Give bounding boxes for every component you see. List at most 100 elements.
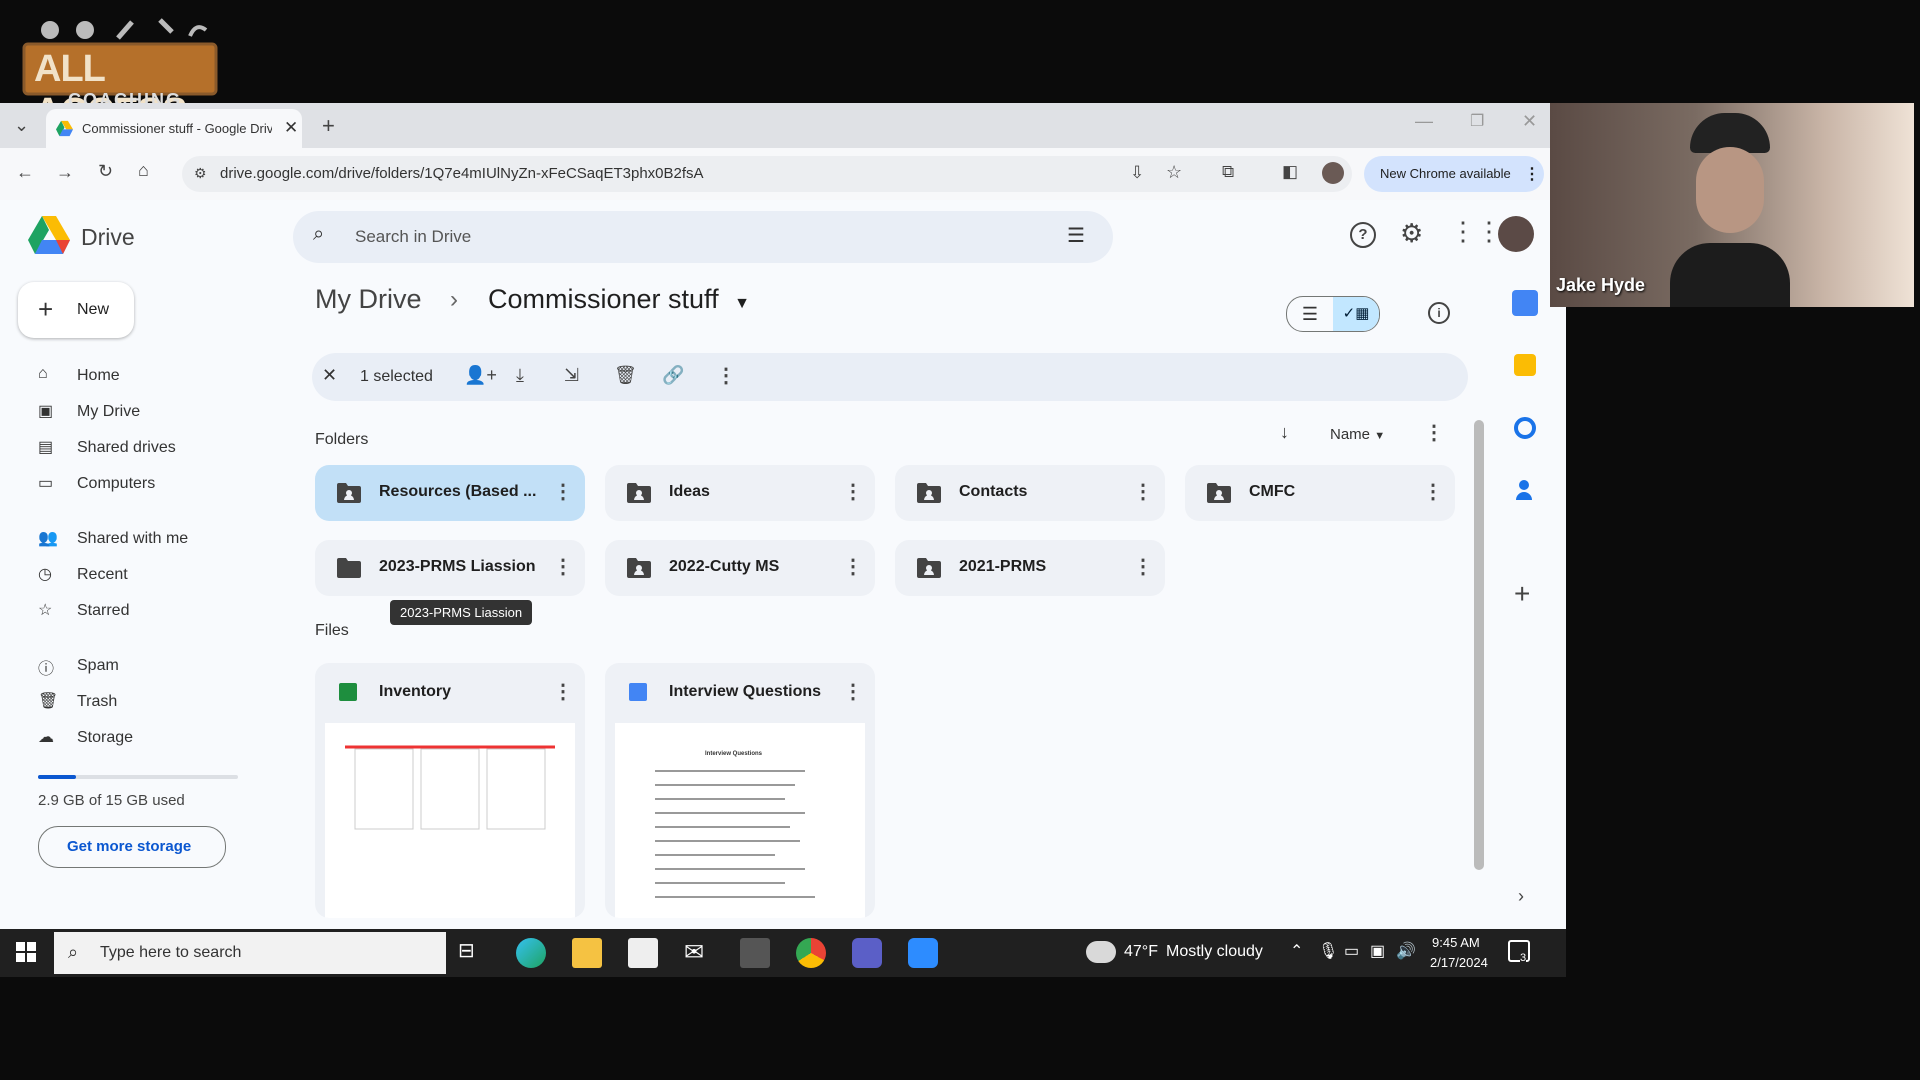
new-button[interactable]: + New	[18, 282, 134, 338]
app-m-icon[interactable]	[740, 938, 770, 968]
close-window-icon[interactable]: ✕	[1522, 111, 1537, 132]
restore-icon[interactable]: ❐	[1470, 111, 1484, 131]
teams-icon[interactable]	[852, 938, 882, 968]
account-avatar[interactable]	[1498, 216, 1534, 252]
home-button-icon[interactable]: ⌂	[138, 160, 149, 181]
expand-panel-icon[interactable]: ›	[1518, 886, 1524, 907]
folder-menu-icon[interactable]: ⋮	[553, 479, 573, 504]
sidebar-item-trash[interactable]: 🗑 Trash	[38, 684, 278, 720]
calendar-icon[interactable]	[1512, 290, 1538, 316]
volume-icon[interactable]: 🔊	[1396, 941, 1416, 961]
file-menu-icon[interactable]: ⋮	[843, 679, 863, 704]
download-icon[interactable]: ⤓	[516, 365, 524, 386]
add-addon-icon[interactable]: +	[1514, 578, 1530, 610]
keep-icon[interactable]	[1514, 354, 1536, 376]
notifications-icon[interactable]: 3	[1508, 940, 1530, 964]
new-chrome-available-button[interactable]: New Chrome available ⋮	[1364, 156, 1544, 192]
sidebar-item-shared-drives[interactable]: ▤ Shared drives	[38, 430, 278, 466]
breadcrumb-my-drive[interactable]: My Drive	[315, 284, 422, 315]
folder-menu-icon[interactable]: ⋮	[1423, 479, 1443, 504]
chrome-menu-icon[interactable]: ⋮	[1524, 164, 1540, 184]
more-actions-icon[interactable]: ⋮	[716, 363, 736, 388]
delete-icon[interactable]: 🗑	[614, 365, 637, 386]
profile-avatar[interactable]	[1322, 162, 1344, 184]
taskbar-search-box[interactable]: ⌕ Type here to search	[54, 932, 446, 974]
sidebar-item-recent[interactable]: ◷ Recent	[38, 557, 278, 593]
zoom-icon[interactable]	[908, 938, 938, 968]
folder-card[interactable]: Contacts ⋮	[895, 465, 1165, 521]
share-icon[interactable]: 👤+	[464, 365, 497, 386]
contacts-icon[interactable]	[1516, 480, 1532, 500]
network-icon[interactable]: ▣	[1370, 941, 1385, 961]
minimize-icon[interactable]: —	[1415, 111, 1433, 132]
settings-gear-icon[interactable]: ⚙	[1400, 218, 1423, 249]
store-icon[interactable]	[628, 938, 658, 968]
clock-date[interactable]: 2/17/2024	[1430, 955, 1488, 970]
install-app-icon[interactable]: ⇩	[1130, 163, 1144, 183]
new-tab-button[interactable]: +	[322, 113, 335, 139]
folder-card[interactable]: 2023-PRMS Liassion ⋮	[315, 540, 585, 596]
clock-time[interactable]: 9:45 AM	[1432, 935, 1480, 950]
file-menu-icon[interactable]: ⋮	[553, 679, 573, 704]
tasks-icon[interactable]	[1514, 417, 1536, 439]
search-input[interactable]: Search in Drive	[355, 227, 471, 247]
extensions-icon[interactable]: ⧉	[1222, 162, 1234, 182]
folder-card[interactable]: 2022-Cutty MS ⋮	[605, 540, 875, 596]
browser-tab[interactable]: Commissioner stuff - Google Drive ✕	[46, 109, 302, 148]
site-info-icon[interactable]: ⚙	[194, 165, 207, 182]
forward-icon[interactable]: →	[56, 162, 74, 183]
sidebar-item-spam[interactable]: ⓘ Spam	[38, 648, 278, 684]
battery-icon[interactable]: ▭	[1344, 941, 1359, 961]
drive-app: Drive ⌕ Search in Drive ☰ ? ⚙ ⋮⋮ + New ⌂…	[0, 200, 1566, 929]
sort-direction-icon[interactable]: ↓	[1280, 422, 1289, 443]
reload-icon[interactable]: ↻	[98, 161, 113, 182]
info-icon[interactable]: i	[1428, 302, 1450, 324]
copy-link-icon[interactable]: 🔗	[662, 365, 684, 386]
edge-icon[interactable]	[516, 938, 546, 968]
folder-menu-icon[interactable]: ⋮	[843, 479, 863, 504]
clear-selection-icon[interactable]: ✕	[322, 365, 337, 386]
sort-by-button[interactable]: Name ▼	[1330, 426, 1385, 443]
folder-menu-icon[interactable]: ⋮	[843, 554, 863, 579]
back-icon[interactable]: ←	[16, 162, 34, 183]
tab-search-icon[interactable]: ⌄	[14, 115, 29, 136]
mail-icon[interactable]: ✉	[684, 938, 714, 968]
file-card-interview-questions[interactable]: Interview Questions ⋮ Interview Question…	[605, 663, 875, 918]
folder-card[interactable]: CMFC ⋮	[1185, 465, 1455, 521]
sidebar-item-shared-with-me[interactable]: 👥 Shared with me	[38, 521, 278, 557]
search-bar[interactable]: ⌕ Search in Drive ☰	[293, 211, 1113, 263]
folder-menu-icon[interactable]: ⋮	[1133, 554, 1153, 579]
breadcrumb-current-folder[interactable]: Commissioner stuff ▼	[488, 284, 750, 315]
main-scrollbar[interactable]	[1474, 420, 1484, 870]
search-options-icon[interactable]: ☰	[1067, 223, 1085, 248]
file-card-inventory[interactable]: Inventory ⋮	[315, 663, 585, 918]
help-icon[interactable]: ?	[1350, 222, 1376, 248]
sidebar-item-storage[interactable]: ☁ Storage	[38, 720, 278, 756]
windows-start-icon[interactable]	[16, 942, 36, 962]
task-view-icon[interactable]: ⊟	[458, 938, 488, 968]
grid-view-icon[interactable]: ✓▦	[1333, 297, 1379, 331]
show-hidden-icons[interactable]: ⌃	[1290, 941, 1303, 961]
folder-menu-icon[interactable]: ⋮	[553, 554, 573, 579]
move-icon[interactable]: ⇲	[564, 365, 579, 386]
more-options-icon[interactable]: ⋮	[1424, 420, 1444, 445]
sidebar-item-home[interactable]: ⌂ Home	[38, 358, 278, 394]
close-tab-icon[interactable]: ✕	[284, 118, 298, 138]
bookmark-star-icon[interactable]: ☆	[1166, 162, 1182, 183]
folder-card[interactable]: 2021-PRMS ⋮	[895, 540, 1165, 596]
microphone-icon[interactable]: 🎙	[1318, 941, 1338, 961]
list-view-icon[interactable]: ☰	[1287, 297, 1333, 331]
file-explorer-icon[interactable]	[572, 938, 602, 968]
get-more-storage-button[interactable]: Get more storage	[38, 826, 226, 868]
sidebar-item-my-drive[interactable]: ▣ My Drive	[38, 394, 278, 430]
folder-menu-icon[interactable]: ⋮	[1133, 479, 1153, 504]
sidebar-item-computers[interactable]: ▭ Computers	[38, 466, 278, 502]
selection-toolbar: ✕ 1 selected 👤+ ⤓ ⇲ 🗑 🔗 ⋮	[312, 353, 1468, 401]
folder-card[interactable]: Resources (Based ... ⋮	[315, 465, 585, 521]
address-bar[interactable]: ⚙ drive.google.com/drive/folders/1Q7e4mI…	[182, 156, 1352, 192]
chrome-icon[interactable]	[796, 938, 826, 968]
apps-grid-icon[interactable]: ⋮⋮	[1450, 216, 1502, 247]
side-panel-icon[interactable]: ◧	[1282, 162, 1298, 182]
folder-card[interactable]: Ideas ⋮	[605, 465, 875, 521]
sidebar-item-starred[interactable]: ☆ Starred	[38, 593, 278, 629]
